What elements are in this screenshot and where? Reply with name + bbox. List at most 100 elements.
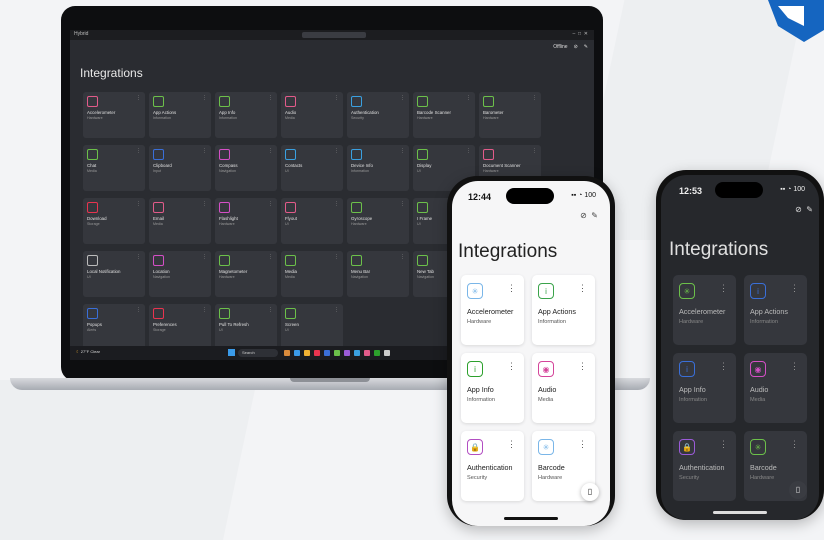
more-options-icon[interactable]: ⋮ <box>532 95 537 101</box>
taskbar-app-icon[interactable] <box>334 350 340 356</box>
more-options-icon[interactable]: ⋮ <box>136 307 141 313</box>
pin-icon[interactable]: ✎ <box>591 211 598 220</box>
header-actions[interactable]: ⊘ ✎ <box>795 205 813 214</box>
header-actions[interactable]: ⊘ ✎ <box>580 211 598 220</box>
more-options-icon[interactable]: ⋮ <box>268 307 273 313</box>
more-options-icon[interactable]: ⋮ <box>136 201 141 207</box>
eye-off-icon[interactable]: ⊘ <box>580 211 587 220</box>
start-button[interactable] <box>228 349 235 356</box>
more-options-icon[interactable]: ⋮ <box>719 361 728 372</box>
more-options-icon[interactable]: ⋮ <box>400 201 405 207</box>
pin-icon[interactable]: ✎ <box>584 44 588 50</box>
integration-tile[interactable]: Popups Alerts ⋮ <box>83 304 145 350</box>
more-options-icon[interactable]: ⋮ <box>578 439 587 450</box>
more-options-icon[interactable]: ⋮ <box>202 148 207 154</box>
eye-off-icon[interactable]: ⊘ <box>795 205 802 214</box>
integration-tile[interactable]: i App Actions Information ⋮ <box>532 275 595 345</box>
taskbar-app-icon[interactable] <box>314 350 320 356</box>
integration-tile[interactable]: Menu Bar Navigation ⋮ <box>347 251 409 297</box>
more-options-icon[interactable]: ⋮ <box>790 283 799 294</box>
more-options-icon[interactable]: ⋮ <box>136 148 141 154</box>
integration-tile[interactable]: 🔒 Authentication Security ⋮ <box>461 431 524 501</box>
integration-tile[interactable]: ◉ Audio Media ⋮ <box>744 353 807 423</box>
integration-tile[interactable]: Chat Media ⋮ <box>83 145 145 191</box>
integration-tile[interactable]: Flashlight Hardware ⋮ <box>215 198 277 244</box>
integration-tile[interactable]: Barcode Scanner Hardware ⋮ <box>413 92 475 138</box>
more-options-icon[interactable]: ⋮ <box>790 439 799 450</box>
more-options-icon[interactable]: ⋮ <box>136 95 141 101</box>
integration-tile[interactable]: Compass Navigation ⋮ <box>215 145 277 191</box>
integration-tile[interactable]: Accelerometer Hardware ⋮ <box>83 92 145 138</box>
more-options-icon[interactable]: ⋮ <box>719 283 728 294</box>
more-options-icon[interactable]: ⋮ <box>507 283 516 294</box>
taskbar-app-icon[interactable] <box>284 350 290 356</box>
integration-tile[interactable]: 🔒 Authentication Security ⋮ <box>673 431 736 501</box>
more-options-icon[interactable]: ⋮ <box>719 439 728 450</box>
taskbar-app-icon[interactable] <box>304 350 310 356</box>
more-options-icon[interactable]: ⋮ <box>466 148 471 154</box>
more-options-icon[interactable]: ⋮ <box>268 148 273 154</box>
integration-tile[interactable]: i App Info Information ⋮ <box>673 353 736 423</box>
window-controls[interactable]: – □ ✕ <box>572 31 588 37</box>
integration-tile[interactable]: Contacts UI ⋮ <box>281 145 343 191</box>
more-options-icon[interactable]: ⋮ <box>268 201 273 207</box>
weather-widget[interactable]: ☾ 27°F Clear <box>76 349 100 354</box>
integration-tile[interactable]: Screen UI ⋮ <box>281 304 343 350</box>
more-options-icon[interactable]: ⋮ <box>466 95 471 101</box>
integration-tile[interactable]: Email Media ⋮ <box>149 198 211 244</box>
integration-tile[interactable]: i App Info Information ⋮ <box>461 353 524 423</box>
more-options-icon[interactable]: ⋮ <box>532 148 537 154</box>
more-options-icon[interactable]: ⋮ <box>268 95 273 101</box>
integration-tile[interactable]: Flyout UI ⋮ <box>281 198 343 244</box>
integration-tile[interactable]: Local Notification UI ⋮ <box>83 251 145 297</box>
integration-tile[interactable]: i App Actions Information ⋮ <box>744 275 807 345</box>
integration-tile[interactable]: Media Media ⋮ <box>281 251 343 297</box>
more-options-icon[interactable]: ⋮ <box>202 307 207 313</box>
integration-tile[interactable]: Preferences Storage ⋮ <box>149 304 211 350</box>
integration-tile[interactable]: Device Info Information ⋮ <box>347 145 409 191</box>
more-options-icon[interactable]: ⋮ <box>507 361 516 372</box>
taskbar-app-icon[interactable] <box>354 350 360 356</box>
integration-tile[interactable]: ✳ Accelerometer Hardware ⋮ <box>461 275 524 345</box>
pin-icon[interactable]: ✎ <box>806 205 813 214</box>
integration-tile[interactable]: App Actions Information ⋮ <box>149 92 211 138</box>
integration-tile[interactable]: Magnetometer Hardware ⋮ <box>215 251 277 297</box>
more-options-icon[interactable]: ⋮ <box>400 95 405 101</box>
browser-toolbar[interactable] <box>302 32 366 38</box>
integration-tile[interactable]: Clipboard Input ⋮ <box>149 145 211 191</box>
more-options-icon[interactable]: ⋮ <box>334 95 339 101</box>
more-options-icon[interactable]: ⋮ <box>268 254 273 260</box>
taskbar-app-icon[interactable] <box>324 350 330 356</box>
more-options-icon[interactable]: ⋮ <box>334 254 339 260</box>
integration-tile[interactable]: Barometer Hardware ⋮ <box>479 92 541 138</box>
more-options-icon[interactable]: ⋮ <box>578 361 587 372</box>
more-options-icon[interactable]: ⋮ <box>790 361 799 372</box>
integration-tile[interactable]: Authentication Security ⋮ <box>347 92 409 138</box>
more-options-icon[interactable]: ⋮ <box>202 254 207 260</box>
integration-tile[interactable]: ✳ Accelerometer Hardware ⋮ <box>673 275 736 345</box>
more-options-icon[interactable]: ⋮ <box>202 201 207 207</box>
more-options-icon[interactable]: ⋮ <box>202 95 207 101</box>
taskbar-app-icon[interactable] <box>344 350 350 356</box>
more-options-icon[interactable]: ⋮ <box>507 439 516 450</box>
taskbar-app-icon[interactable] <box>384 350 390 356</box>
eye-off-icon[interactable]: ⊘ <box>574 44 578 50</box>
device-button[interactable]: ▯ <box>789 481 807 499</box>
integration-tile[interactable]: Location Navigation ⋮ <box>149 251 211 297</box>
more-options-icon[interactable]: ⋮ <box>400 254 405 260</box>
integration-tile[interactable]: Pull To Refresh UI ⋮ <box>215 304 277 350</box>
taskbar-app-icon[interactable] <box>294 350 300 356</box>
more-options-icon[interactable]: ⋮ <box>334 307 339 313</box>
integration-tile[interactable]: Gyroscope Hardware ⋮ <box>347 198 409 244</box>
integration-tile[interactable]: Audio Media ⋮ <box>281 92 343 138</box>
more-options-icon[interactable]: ⋮ <box>334 201 339 207</box>
integration-tile[interactable]: Download Storage ⋮ <box>83 198 145 244</box>
more-options-icon[interactable]: ⋮ <box>578 283 587 294</box>
integration-tile[interactable]: App Info Information ⋮ <box>215 92 277 138</box>
device-button[interactable]: ▯ <box>581 483 599 501</box>
more-options-icon[interactable]: ⋮ <box>400 148 405 154</box>
taskbar-app-icon[interactable] <box>364 350 370 356</box>
more-options-icon[interactable]: ⋮ <box>136 254 141 260</box>
integration-tile[interactable]: ◉ Audio Media ⋮ <box>532 353 595 423</box>
more-options-icon[interactable]: ⋮ <box>334 148 339 154</box>
